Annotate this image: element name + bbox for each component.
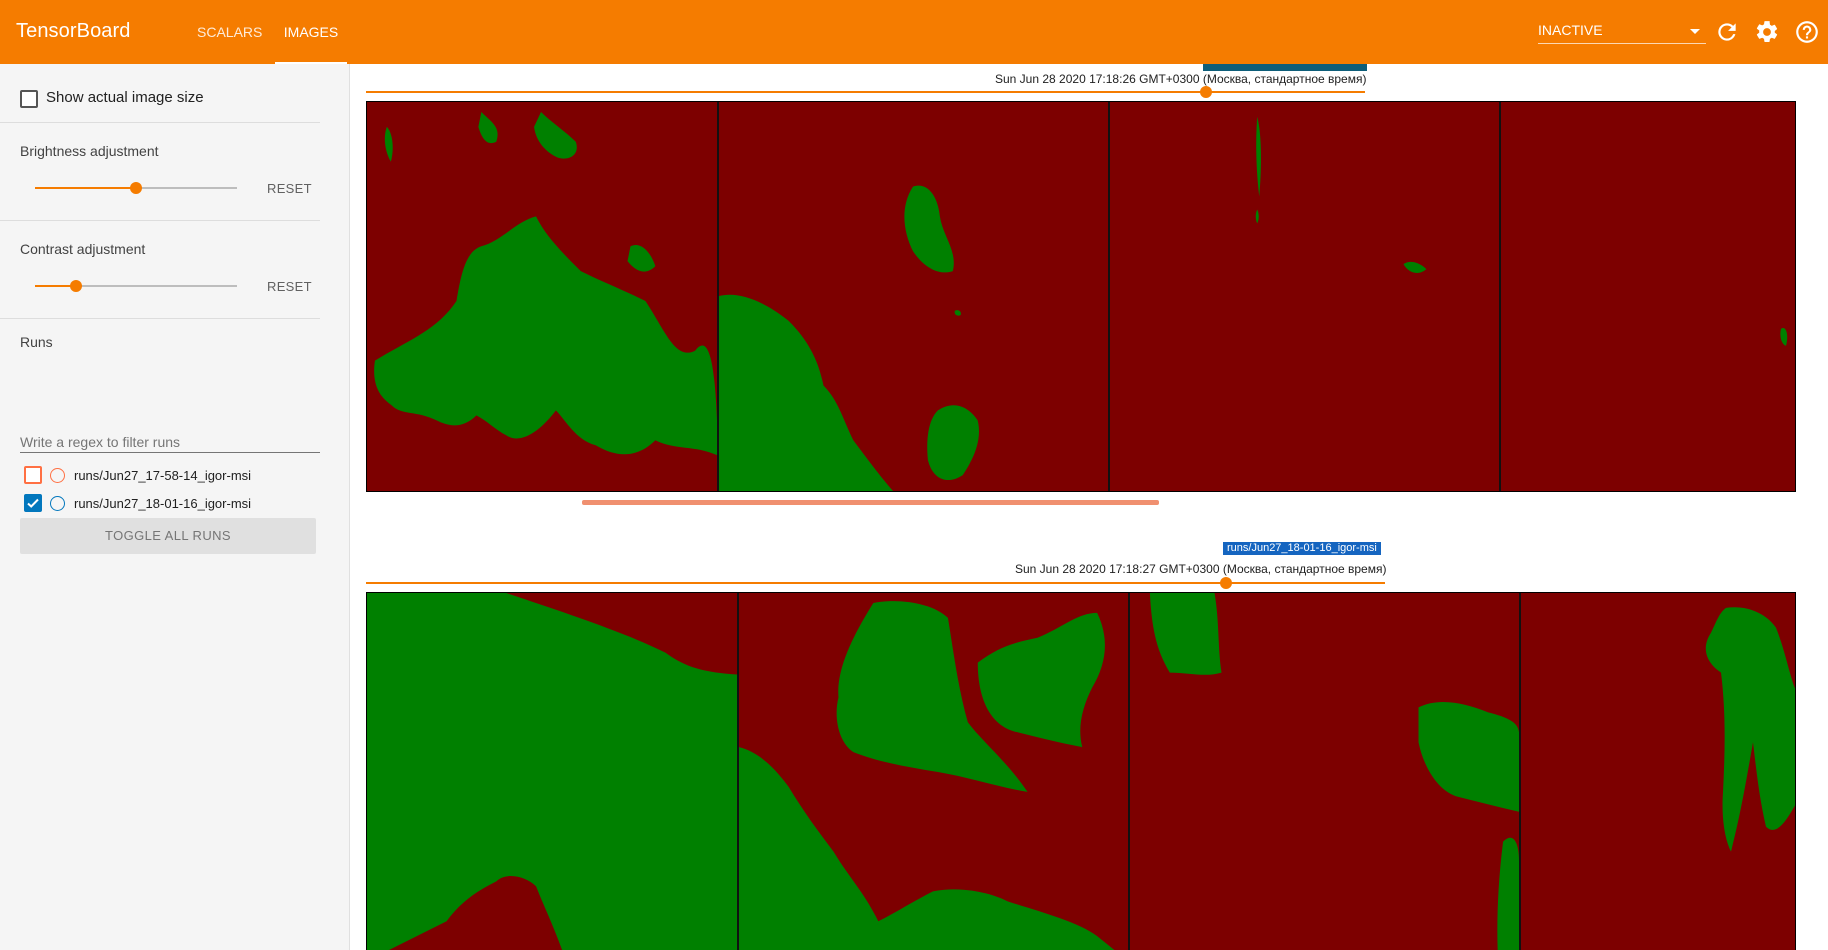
- image-tile: [1110, 102, 1501, 491]
- brightness-section: Brightness adjustment RESET: [0, 123, 320, 221]
- checkmark-icon: [27, 498, 39, 508]
- chevron-down-icon: [1690, 29, 1700, 34]
- sidebar: Show actual image size Brightness adjust…: [0, 64, 350, 950]
- horizontal-scrollbar[interactable]: [582, 500, 1159, 505]
- image-strip: [366, 592, 1796, 950]
- step-slider[interactable]: [366, 577, 1385, 589]
- contrast-section: Contrast adjustment RESET: [0, 221, 320, 319]
- run-filter-input[interactable]: [20, 429, 320, 453]
- card-timestamp: Sun Jun 28 2020 17:18:27 GMT+0300 (Москв…: [1015, 562, 1387, 576]
- slider-thumb[interactable]: [70, 280, 82, 292]
- mask-image: [374, 111, 717, 456]
- card-timestamp: Sun Jun 28 2020 17:18:26 GMT+0300 (Москв…: [995, 72, 1367, 86]
- slider-thumb[interactable]: [130, 182, 142, 194]
- tab-scalars[interactable]: SCALARS: [197, 0, 262, 64]
- images-dashboard: Sun Jun 28 2020 17:18:26 GMT+0300 (Москв…: [351, 64, 1828, 950]
- image-tile: [1130, 593, 1521, 950]
- run-color-circle-icon: [50, 496, 65, 511]
- image-tile: [367, 102, 719, 491]
- step-slider[interactable]: [366, 86, 1365, 98]
- mask-image: [1780, 327, 1788, 346]
- run-name: runs/Jun27_18-01-16_igor-msi: [74, 496, 252, 511]
- image-tile: [367, 593, 739, 950]
- run-badge: [1203, 64, 1367, 71]
- mask-image: [1149, 593, 1519, 950]
- settings-icon[interactable]: [1754, 19, 1780, 45]
- refresh-icon[interactable]: [1714, 19, 1740, 45]
- top-app-bar: TensorBoard SCALARS IMAGES INACTIVE: [0, 0, 1828, 64]
- step-slider-thumb[interactable]: [1220, 577, 1232, 589]
- help-icon[interactable]: [1794, 19, 1820, 45]
- mask-image: [367, 593, 737, 950]
- toggle-all-runs-button[interactable]: TOGGLE ALL RUNS: [20, 518, 316, 554]
- mask-image: [739, 601, 1115, 950]
- image-tile: [1501, 102, 1795, 491]
- step-slider-thumb[interactable]: [1200, 86, 1212, 98]
- image-strip: [366, 101, 1796, 492]
- actual-size-section: Show actual image size: [0, 64, 320, 123]
- image-tile: [1521, 593, 1795, 950]
- image-tile: [719, 102, 1110, 491]
- run-checkbox[interactable]: [24, 466, 42, 484]
- run-select-value: INACTIVE: [1538, 22, 1603, 38]
- slider-fill: [35, 187, 136, 189]
- mask-image: [719, 185, 979, 491]
- run-checkbox[interactable]: [24, 494, 42, 512]
- mask-image: [1705, 607, 1795, 852]
- mask-image: [1255, 116, 1427, 273]
- brightness-reset-button[interactable]: RESET: [267, 181, 312, 196]
- brightness-slider[interactable]: [35, 178, 237, 198]
- app-title: TensorBoard: [16, 20, 131, 42]
- brightness-label: Brightness adjustment: [20, 143, 159, 159]
- show-actual-size-label: Show actual image size: [46, 89, 204, 106]
- run-select-dropdown[interactable]: INACTIVE: [1538, 18, 1706, 44]
- image-tile: [739, 593, 1130, 950]
- contrast-reset-button[interactable]: RESET: [267, 279, 312, 294]
- run-color-circle-icon: [50, 468, 65, 483]
- contrast-slider[interactable]: [35, 276, 237, 296]
- tab-images[interactable]: IMAGES: [275, 0, 347, 64]
- run-badge: runs/Jun27_18-01-16_igor-msi: [1223, 542, 1381, 555]
- contrast-label: Contrast adjustment: [20, 241, 146, 257]
- show-actual-size-checkbox[interactable]: [20, 90, 38, 108]
- runs-heading: Runs: [20, 334, 53, 350]
- run-name: runs/Jun27_17-58-14_igor-msi: [74, 468, 252, 483]
